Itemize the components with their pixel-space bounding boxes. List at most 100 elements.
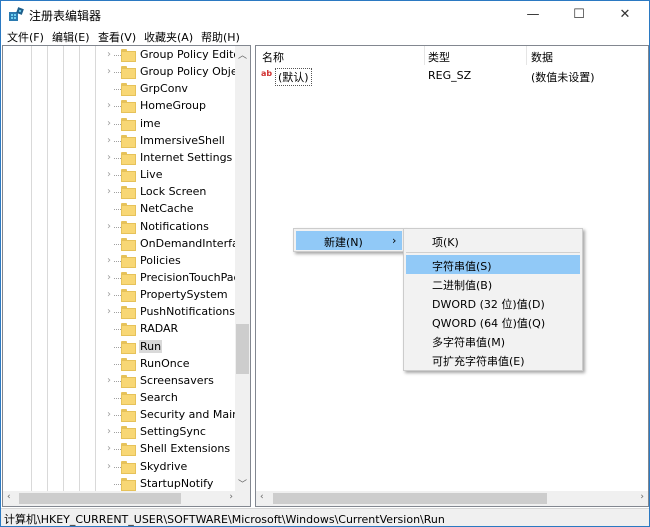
expand-chevron-icon[interactable]: › xyxy=(107,221,111,232)
tree-node[interactable]: › Skydrive xyxy=(3,459,237,476)
tree-horizontal-scroll-thumb[interactable] xyxy=(19,493,181,504)
tree-node[interactable]: › SettingSync xyxy=(3,424,237,441)
tree-connector-line xyxy=(114,140,121,142)
expand-chevron-icon[interactable]: › xyxy=(107,375,111,386)
list-horizontal-scroll-thumb[interactable] xyxy=(273,493,547,504)
tree-node[interactable]: GrpConv xyxy=(3,81,237,98)
tree-node[interactable]: › Screensavers xyxy=(3,373,237,390)
expand-chevron-icon[interactable]: › xyxy=(107,169,111,180)
expand-chevron-icon[interactable]: › xyxy=(107,186,111,197)
minimize-button[interactable]: — xyxy=(510,1,556,28)
tree-node[interactable]: OnDemandInterface xyxy=(3,236,250,253)
expand-chevron-icon[interactable]: › xyxy=(107,461,111,472)
close-button[interactable]: ✕ xyxy=(602,1,648,28)
menu-view[interactable]: 查看(V) xyxy=(98,29,136,45)
scroll-down-icon[interactable]: ﹀ xyxy=(238,477,247,490)
tree-connector-line xyxy=(114,55,121,56)
tree-vertical-scroll-thumb[interactable] xyxy=(236,324,249,374)
value-type: REG_SZ xyxy=(428,69,472,82)
tree-node[interactable]: › ime xyxy=(3,116,237,133)
tree-node[interactable]: › Security and Mainte xyxy=(3,407,250,424)
list-horizontal-scrollbar[interactable]: ‹ › xyxy=(256,491,648,506)
tree-node-label: GrpConv xyxy=(140,82,188,96)
expand-chevron-icon[interactable]: › xyxy=(107,66,111,77)
tree-node-label: Live xyxy=(140,168,163,182)
tree-node-label: Policies xyxy=(140,253,181,267)
column-header-type[interactable]: 类型 xyxy=(428,49,450,65)
folder-icon xyxy=(121,289,136,303)
tree-node[interactable]: Search xyxy=(3,390,237,407)
tree-node-label: ImmersiveShell xyxy=(140,133,225,147)
expand-chevron-icon[interactable]: › xyxy=(107,426,111,437)
submenu-item-expandable-string-value[interactable]: 可扩充字符串值(E) xyxy=(406,350,580,369)
submenu-item-qword-value[interactable]: QWORD (64 位)值(Q) xyxy=(406,312,580,331)
tree-node[interactable]: › ImmersiveShell xyxy=(3,133,237,150)
expand-chevron-icon[interactable]: › xyxy=(107,289,111,300)
folder-icon xyxy=(121,83,136,97)
menu-file[interactable]: 文件(F) xyxy=(7,29,44,45)
expand-chevron-icon[interactable]: › xyxy=(107,100,111,111)
tree-node-label: Internet Settings xyxy=(140,150,233,164)
submenu-item-multi-string-value[interactable]: 多字符串值(M) xyxy=(406,331,580,350)
folder-icon xyxy=(121,426,136,440)
tree-connector-line xyxy=(114,466,121,468)
expand-chevron-icon[interactable]: › xyxy=(107,409,111,420)
tree-node-label: RunOnce xyxy=(140,356,190,370)
expand-chevron-icon[interactable]: › xyxy=(107,443,111,454)
expand-chevron-icon[interactable]: › xyxy=(107,272,111,283)
scroll-left-icon[interactable]: ‹ xyxy=(7,492,11,502)
tree-node[interactable]: › PropertySystem xyxy=(3,287,237,304)
expand-chevron-icon[interactable]: › xyxy=(107,255,111,266)
expand-chevron-icon[interactable]: › xyxy=(107,152,111,163)
tree-node-label: PropertySystem xyxy=(140,288,228,302)
expand-chevron-icon[interactable]: › xyxy=(107,118,111,129)
scroll-up-icon[interactable]: ︿ xyxy=(238,48,247,61)
menu-item-new[interactable]: 新建(N) › xyxy=(296,231,402,250)
tree-node[interactable]: › PrecisionTouchPad xyxy=(3,270,241,287)
tree-vertical-scrollbar[interactable]: ︿ ﹀ xyxy=(235,46,250,492)
menu-edit[interactable]: 编辑(E) xyxy=(52,29,90,45)
tree-node[interactable]: › Policies xyxy=(3,253,237,270)
column-separator[interactable] xyxy=(526,46,527,65)
tree-node[interactable]: RADAR xyxy=(3,321,237,338)
tree-node[interactable]: › Notifications xyxy=(3,219,237,236)
tree-node[interactable]: › Group Policy Objec xyxy=(3,64,244,81)
tree-node[interactable]: RunOnce xyxy=(3,356,237,373)
column-separator[interactable] xyxy=(424,46,425,65)
tree-node[interactable]: › Group Policy Editor xyxy=(3,47,245,64)
folder-icon xyxy=(121,357,136,371)
tree-node[interactable]: NetCache xyxy=(3,201,237,218)
menu-separator xyxy=(406,252,580,253)
maximize-icon: ☐ xyxy=(573,7,585,22)
expand-chevron-icon[interactable]: › xyxy=(107,306,111,317)
tree-connector-line xyxy=(114,432,121,434)
tree-node[interactable]: › PushNotifications xyxy=(3,304,237,321)
tree-node[interactable]: Run xyxy=(3,339,237,356)
tree-node[interactable]: › Shell Extensions xyxy=(3,441,237,458)
value-data: (数值未设置) xyxy=(531,71,595,84)
submenu-item-dword-value[interactable]: DWORD (32 位)值(D) xyxy=(406,293,580,312)
tree-node[interactable]: › HomeGroup xyxy=(3,98,237,115)
value-row[interactable]: ab (默认) REG_SZ (数值未设置) xyxy=(256,67,648,86)
tree-connector-line xyxy=(114,295,121,297)
menu-help[interactable]: 帮助(H) xyxy=(201,29,240,45)
tree-node[interactable]: › Internet Settings xyxy=(3,150,237,167)
column-header-data[interactable]: 数据 xyxy=(531,49,553,65)
menu-favorites[interactable]: 收藏夹(A) xyxy=(144,29,193,45)
submenu-item-key[interactable]: 项(K) xyxy=(406,231,580,250)
expand-chevron-icon[interactable]: › xyxy=(107,49,111,60)
folder-icon xyxy=(121,323,136,337)
scroll-right-icon[interactable]: › xyxy=(640,492,644,502)
folder-icon xyxy=(121,477,136,491)
expand-chevron-icon[interactable]: › xyxy=(107,135,111,146)
submenu-item-binary-value[interactable]: 二进制值(B) xyxy=(406,274,580,293)
tree-node-label: Shell Extensions xyxy=(140,442,231,456)
submenu-item-string-value[interactable]: 字符串值(S) xyxy=(406,255,580,274)
column-header-name[interactable]: 名称 xyxy=(262,49,284,65)
scroll-right-icon[interactable]: › xyxy=(229,492,233,502)
tree-horizontal-scrollbar[interactable]: ‹ › xyxy=(3,491,237,506)
maximize-button[interactable]: ☐ xyxy=(556,1,602,28)
tree-node[interactable]: › Live xyxy=(3,167,237,184)
tree-node[interactable]: › Lock Screen xyxy=(3,184,237,201)
scroll-left-icon[interactable]: ‹ xyxy=(260,492,264,502)
